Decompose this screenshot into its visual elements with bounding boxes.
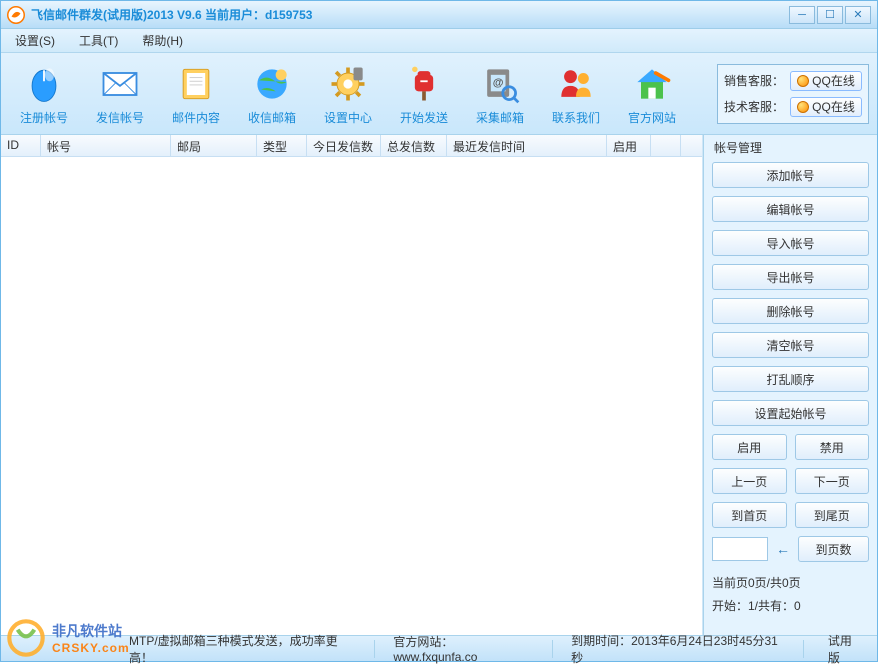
app-icon	[7, 6, 25, 24]
menu-help[interactable]: 帮助(H)	[138, 30, 187, 51]
column-account[interactable]: 帐号	[41, 135, 171, 156]
close-button[interactable]: ✕	[845, 6, 871, 24]
column-id[interactable]: ID	[1, 135, 41, 156]
edit-account-button[interactable]: 编辑帐号	[712, 196, 869, 222]
table-body[interactable]	[1, 157, 702, 635]
qq-icon	[797, 75, 809, 87]
status-expire: 到期时间：2013年6月24日23时45分31秒	[571, 632, 785, 666]
next-page-button[interactable]: 下一页	[795, 468, 870, 494]
clear-account-button[interactable]: 清空帐号	[712, 332, 869, 358]
add-account-button[interactable]: 添加帐号	[712, 162, 869, 188]
tool-recv-mailbox[interactable]: 收信邮箱	[237, 58, 307, 130]
enable-button[interactable]: 启用	[712, 434, 787, 460]
tool-mail-content[interactable]: 邮件内容	[161, 58, 231, 130]
arrow-left-icon: ←	[776, 541, 790, 557]
gear-icon	[326, 62, 370, 106]
column-enable[interactable]: 启用	[607, 135, 651, 156]
menu-tools[interactable]: 工具(T)	[75, 30, 122, 51]
column-post[interactable]: 邮局	[171, 135, 257, 156]
tool-official-site[interactable]: 官方网站	[617, 58, 687, 130]
status-marquee: MTP/虚拟邮箱三种模式发送，成功率更高！	[129, 632, 356, 666]
status-edition: 试用版	[822, 632, 869, 666]
delete-account-button[interactable]: 删除帐号	[712, 298, 869, 324]
column-last[interactable]: 最近发信时间	[447, 135, 607, 156]
mailbox-icon	[402, 62, 446, 106]
window-title: 飞信邮件群发(试用版)2013 V9.6 当前用户：d159753	[31, 6, 789, 23]
tool-collect-mailbox[interactable]: @ 采集邮箱	[465, 58, 535, 130]
tool-register[interactable]: 注册帐号	[9, 58, 79, 130]
tool-start-send[interactable]: 开始发送	[389, 58, 459, 130]
shuffle-button[interactable]: 打乱顺序	[712, 366, 869, 392]
account-table: ID帐号邮局类型今日发信数总发信数最近发信时间启用	[1, 135, 703, 635]
column-total[interactable]: 总发信数	[381, 135, 447, 156]
tech-service-label: 技术客服：	[724, 98, 786, 115]
import-account-button[interactable]: 导入帐号	[712, 230, 869, 256]
column-today[interactable]: 今日发信数	[307, 135, 381, 156]
book-icon	[174, 62, 218, 106]
menu-settings[interactable]: 设置(S)	[11, 30, 59, 51]
minimize-button[interactable]: ─	[789, 6, 815, 24]
export-account-button[interactable]: 导出帐号	[712, 264, 869, 290]
svg-text:@: @	[493, 76, 504, 88]
page-number-input[interactable]	[712, 537, 768, 561]
tech-qq-button[interactable]: QQ在线	[790, 97, 862, 117]
prev-page-button[interactable]: 上一页	[712, 468, 787, 494]
table-header-row: ID帐号邮局类型今日发信数总发信数最近发信时间启用	[1, 135, 702, 157]
menubar: 设置(S) 工具(T) 帮助(H)	[1, 29, 877, 53]
sales-service-label: 销售客服：	[724, 72, 786, 89]
tool-settings-center[interactable]: 设置中心	[313, 58, 383, 130]
set-start-account-button[interactable]: 设置起始帐号	[712, 400, 869, 426]
qq-icon	[797, 101, 809, 113]
maximize-button[interactable]: ☐	[817, 6, 843, 24]
envelope-icon	[98, 62, 142, 106]
service-panel: 销售客服： QQ在线 技术客服： QQ在线	[717, 64, 869, 124]
sales-qq-button[interactable]: QQ在线	[790, 71, 862, 91]
collect-icon: @	[478, 62, 522, 106]
goto-page-button[interactable]: 到页数	[798, 536, 869, 562]
tool-contact-us[interactable]: 联系我们	[541, 58, 611, 130]
globe-icon	[250, 62, 294, 106]
tool-send-account[interactable]: 发信帐号	[85, 58, 155, 130]
statusbar: MTP/虚拟邮箱三种模式发送，成功率更高！ 官方网站：www.fxqunfa.c…	[1, 635, 877, 661]
column-blank[interactable]	[651, 135, 681, 156]
people-icon	[554, 62, 598, 106]
mouse-icon	[22, 62, 66, 106]
home-icon	[630, 62, 674, 106]
page-info-text: 当前页0页/共0页	[712, 574, 869, 593]
account-sidebar: 帐号管理 添加帐号 编辑帐号 导入帐号 导出帐号 删除帐号 清空帐号 打乱顺序 …	[703, 135, 877, 635]
first-page-button[interactable]: 到首页	[712, 502, 787, 528]
last-page-button[interactable]: 到尾页	[795, 502, 870, 528]
status-site: 官方网站：www.fxqunfa.co	[393, 633, 534, 664]
titlebar: 飞信邮件群发(试用版)2013 V9.6 当前用户：d159753 ─ ☐ ✕	[1, 1, 877, 29]
column-type[interactable]: 类型	[257, 135, 307, 156]
start-info-text: 开始：1/共有：0	[712, 597, 869, 616]
disable-button[interactable]: 禁用	[795, 434, 870, 460]
toolbar: 注册帐号 发信帐号 邮件内容 收信邮箱 设置中心 开始发送 @ 采集邮箱 联系我	[1, 53, 877, 135]
sidebar-title: 帐号管理	[712, 139, 869, 156]
